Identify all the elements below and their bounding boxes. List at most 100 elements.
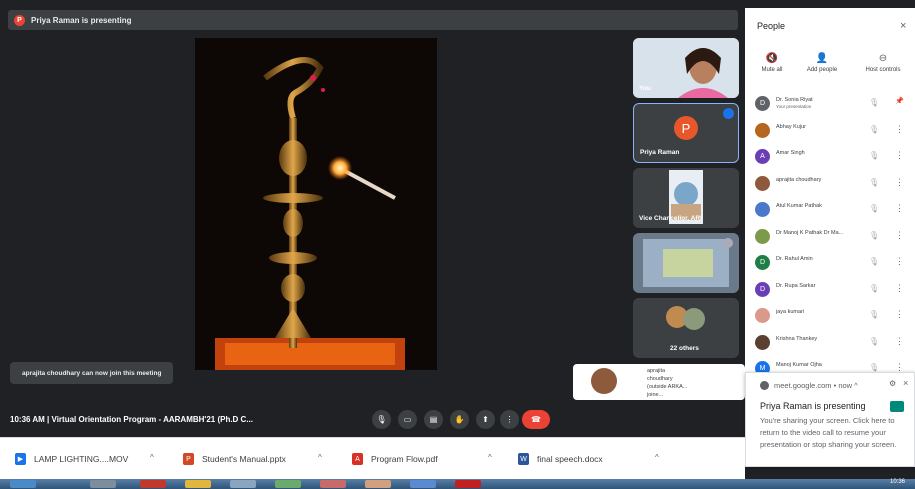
participant-row[interactable]: jaya kumari 🎙 ⋮ xyxy=(755,302,913,328)
chevron-up-icon[interactable]: ^ xyxy=(488,453,492,462)
chevron-up-icon[interactable]: ^ xyxy=(655,453,659,462)
taskbar-app-icon[interactable] xyxy=(140,480,166,488)
add-people-icon: 👤 xyxy=(815,53,829,64)
participant-row[interactable]: D Dr. Rupa Sarkar 🎙 ⋮ xyxy=(755,276,913,302)
participant-avatar xyxy=(755,308,770,323)
captions-icon[interactable]: ▤ xyxy=(424,410,443,429)
download-item[interactable]: P Student's Manual.pptx xyxy=(183,452,286,466)
settings-gear-icon[interactable]: ⚙ xyxy=(889,379,896,388)
chrome-notification[interactable]: meet.google.com • now ^ ⚙ × Priya Raman … xyxy=(745,372,915,467)
close-icon[interactable]: × xyxy=(900,20,906,32)
taskbar-app-icon[interactable] xyxy=(230,480,256,488)
self-tile-label: You xyxy=(639,85,651,92)
participant-row[interactable]: Atul Kumar Pathak 🎙 ⋮ xyxy=(755,196,913,222)
mic-muted-icon[interactable]: 🎙 xyxy=(869,178,879,187)
mic-muted-icon[interactable]: 🎙 xyxy=(869,363,879,372)
taskbar-app-icon[interactable] xyxy=(320,480,346,488)
people-panel: People × 🔇 Mute all 👤 Add people ⊖ Host con… xyxy=(745,8,915,376)
self-video-tile[interactable]: You xyxy=(633,38,739,98)
presenter-avatar: P xyxy=(14,14,25,26)
mic-muted-icon[interactable]: 🎙 xyxy=(869,231,879,240)
join-request-card[interactable]: aprajita choudhary (outside ARKA... join… xyxy=(573,364,745,400)
download-item[interactable]: Wfinal speech.docx xyxy=(518,452,603,466)
more-options-icon[interactable]: ⋮ xyxy=(895,150,904,161)
download-item[interactable]: A Program Flow.pdf xyxy=(352,452,438,466)
raise-hand-icon[interactable]: ✋ xyxy=(450,410,469,429)
mic-muted-icon[interactable]: 🎙 xyxy=(869,337,879,346)
taskbar-app-icon[interactable] xyxy=(90,480,116,488)
participant-row[interactable]: aprajita choudhary 🎙 ⋮ xyxy=(755,170,913,196)
more-options-icon[interactable]: ⋮ xyxy=(895,283,904,294)
downloads-bar: ▶ LAMP LIGHTING....MOV ^ P Student's Manua… xyxy=(0,437,745,479)
chevron-up-icon[interactable]: ^ xyxy=(318,453,322,462)
participant-avatar xyxy=(755,228,770,244)
more-options-icon[interactable]: ⋮ xyxy=(895,203,904,214)
notification-title: Priya Raman is presenting xyxy=(760,401,866,411)
more-options-icon[interactable]: ⋮ xyxy=(895,309,904,320)
pptx-file-icon: P xyxy=(183,453,194,465)
mic-muted-icon[interactable]: 🎙 xyxy=(869,151,879,160)
participant-avatar xyxy=(755,175,770,191)
participant-row[interactable]: D Dr. Sonia Riyat Your presentation 🎙 📌 xyxy=(755,90,913,116)
end-call-icon[interactable]: ☎ xyxy=(522,410,550,429)
host-controls-button[interactable]: ⊖ Host controls xyxy=(858,53,908,73)
participant-row[interactable]: Abhay Kujur 🎙 ⋮ xyxy=(755,117,913,143)
taskbar-app-icon[interactable] xyxy=(185,480,211,488)
more-options-icon[interactable]: ⋮ xyxy=(895,230,904,241)
people-panel-title: People xyxy=(757,21,786,31)
taskbar-app-icon[interactable] xyxy=(410,480,436,488)
camera-icon[interactable]: ▭ xyxy=(398,410,417,429)
notification-close-icon[interactable]: × xyxy=(903,378,908,388)
participant-subtitle: Your presentation xyxy=(776,104,812,109)
start-icon[interactable] xyxy=(10,480,36,488)
participant-name: Amar Singh xyxy=(776,150,805,156)
more-options-icon[interactable]: ⋮ xyxy=(895,177,904,188)
participant-avatar: A xyxy=(755,149,770,164)
taskbar-app-icon[interactable] xyxy=(455,480,481,488)
add-people-button[interactable]: 👤 Add people xyxy=(797,53,847,73)
mute-all-button[interactable]: 🔇 Mute all xyxy=(747,53,797,73)
host-controls-icon: ⊖ xyxy=(878,53,888,64)
windows-taskbar: 10:36 xyxy=(0,479,915,489)
mic-icon[interactable]: 🎙 xyxy=(372,410,391,429)
others-tile[interactable]: 22 others xyxy=(633,298,739,358)
participant-row[interactable]: Dr Manoj K Pathak Dr Ma... 🎙 ⋮ xyxy=(755,223,913,249)
mic-muted-icon[interactable]: 🎙 xyxy=(869,125,879,134)
other-avatar xyxy=(683,308,705,330)
taskbar-app-icon[interactable] xyxy=(275,480,301,488)
vice-chancellor-label: Vice Chancellor, ARI xyxy=(639,215,702,222)
more-options-icon[interactable]: ⋮ xyxy=(895,336,904,347)
participant-row[interactable]: D Dr. Rahul Amin 🎙 ⋮ xyxy=(755,249,913,275)
more-options-icon[interactable]: ⋮ xyxy=(500,410,519,429)
presentation-tile[interactable] xyxy=(633,233,739,293)
participant-name: Dr. Rahul Amin xyxy=(776,256,813,262)
participant-avatar: D xyxy=(755,281,770,297)
pin-icon[interactable]: 📌 xyxy=(895,97,904,105)
participant-avatar xyxy=(755,122,770,138)
chrome-icon xyxy=(760,381,769,390)
pdf-file-icon: A xyxy=(352,453,363,465)
meet-logo-icon xyxy=(890,401,904,412)
mic-muted-icon[interactable]: 🎙 xyxy=(869,310,879,319)
priya-avatar: P xyxy=(674,116,698,140)
mic-muted-icon[interactable]: 🎙 xyxy=(869,204,879,213)
presenter-banner: P Priya Raman is presenting xyxy=(8,10,738,30)
vice-chancellor-tile[interactable]: Vice Chancellor, ARI xyxy=(633,168,739,228)
taskbar-app-icon[interactable] xyxy=(365,480,391,488)
priya-raman-tile[interactable]: P Priya Raman xyxy=(633,103,739,163)
participant-name: Atul Kumar Pathak xyxy=(776,203,822,209)
participant-row[interactable]: Krishna Thankey 🎙 ⋮ xyxy=(755,329,913,355)
participant-name: aprajita choudhary xyxy=(776,176,822,183)
notification-source: meet.google.com • now ^ xyxy=(774,381,858,390)
participant-row[interactable]: A Amar Singh 🎙 ⋮ xyxy=(755,143,913,169)
mic-muted-icon[interactable]: 🎙 xyxy=(869,257,879,266)
chevron-up-icon[interactable]: ^ xyxy=(150,453,154,462)
mic-muted-icon[interactable]: 🎙 xyxy=(869,98,879,107)
lamp-lighting-video xyxy=(195,38,437,370)
present-icon[interactable]: ⬆ xyxy=(476,410,495,429)
download-item[interactable]: ▶ LAMP LIGHTING....MOV xyxy=(15,452,128,466)
more-options-icon[interactable]: ⋮ xyxy=(895,124,904,135)
mute-all-icon: 🔇 xyxy=(765,53,779,64)
more-options-icon[interactable]: ⋮ xyxy=(895,256,904,267)
mic-muted-icon[interactable]: 🎙 xyxy=(869,284,879,293)
